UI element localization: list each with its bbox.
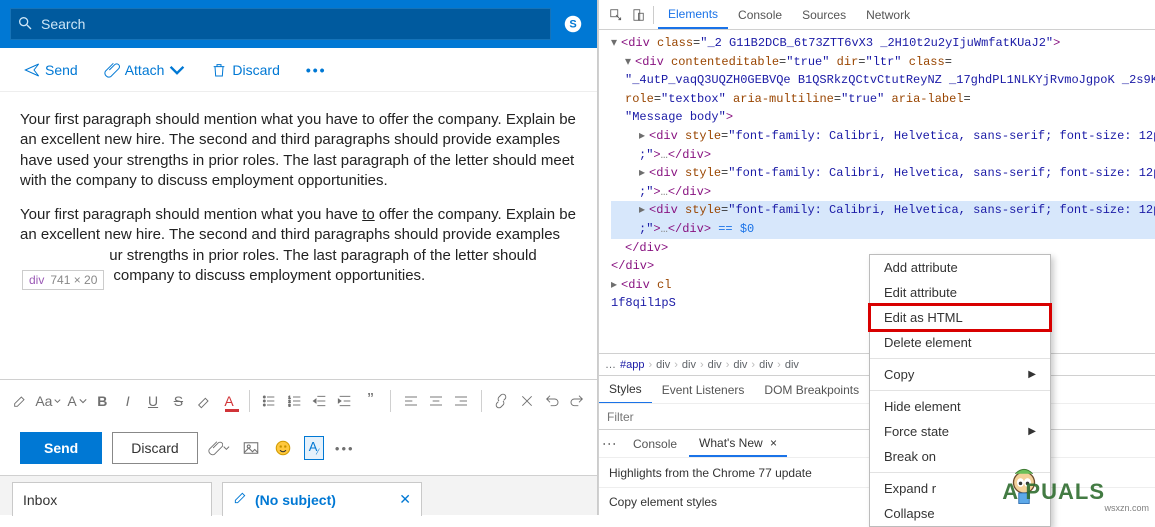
ellipsis-icon: ••• bbox=[306, 62, 327, 78]
more-actions-icon[interactable]: ••• bbox=[334, 437, 356, 459]
event-listeners-tab[interactable]: Event Listeners bbox=[652, 377, 755, 403]
close-tab-icon[interactable]: ✕ bbox=[399, 491, 411, 508]
send-button[interactable]: Send bbox=[20, 58, 82, 82]
ctx-force-state[interactable]: Force state▶ bbox=[870, 419, 1050, 444]
chevron-down-icon bbox=[169, 62, 185, 78]
discard-button[interactable]: Discard bbox=[207, 58, 283, 82]
indent-button[interactable] bbox=[336, 387, 355, 415]
discard-secondary-button[interactable]: Discard bbox=[112, 432, 197, 464]
source-url: wsxzn.com bbox=[1104, 503, 1149, 513]
numbering-button[interactable]: 123 bbox=[285, 387, 304, 415]
attach-icon[interactable] bbox=[208, 437, 230, 459]
ctx-edit-attribute[interactable]: Edit attribute bbox=[870, 280, 1050, 305]
font-family-button[interactable]: Aa bbox=[35, 387, 61, 415]
clear-format-button[interactable] bbox=[517, 387, 536, 415]
action-bar: Send Discard A⁄ ••• bbox=[0, 421, 597, 475]
dom-breakpoints-tab[interactable]: DOM Breakpoints bbox=[754, 377, 869, 403]
inspect-icon[interactable] bbox=[605, 4, 627, 26]
skype-icon[interactable]: S bbox=[559, 10, 587, 38]
send-label: Send bbox=[45, 62, 78, 78]
more-button[interactable]: ••• bbox=[302, 58, 331, 82]
ctx-copy[interactable]: Copy▶ bbox=[870, 362, 1050, 387]
styles-tab[interactable]: Styles bbox=[599, 376, 652, 404]
dimension-tooltip: div 741 × 20 bbox=[22, 270, 104, 290]
tab-no-subject[interactable]: (No subject) ✕ bbox=[222, 482, 422, 516]
svg-text:3: 3 bbox=[288, 402, 291, 407]
compose-body[interactable]: Your first paragraph should mention what… bbox=[0, 92, 597, 379]
outdent-button[interactable] bbox=[310, 387, 329, 415]
undo-button[interactable] bbox=[542, 387, 561, 415]
bold-button[interactable]: B bbox=[93, 387, 112, 415]
paint-format-icon[interactable] bbox=[10, 387, 29, 415]
format-bar: Aa A B I U S A 123 ” bbox=[0, 379, 597, 421]
window-tabs: Inbox (No subject) ✕ bbox=[0, 475, 597, 515]
emoji-icon[interactable] bbox=[272, 437, 294, 459]
tab-network[interactable]: Network bbox=[856, 2, 920, 28]
tab-inbox[interactable]: Inbox bbox=[12, 482, 212, 516]
show-format-toggle[interactable]: A⁄ bbox=[304, 436, 324, 460]
attach-label: Attach bbox=[125, 62, 165, 78]
italic-button[interactable]: I bbox=[118, 387, 137, 415]
compose-icon bbox=[233, 491, 247, 508]
ctx-hide-element[interactable]: Hide element bbox=[870, 394, 1050, 419]
send-primary-button[interactable]: Send bbox=[20, 432, 102, 464]
link-button[interactable] bbox=[492, 387, 511, 415]
compose-toolbar: Send Attach Discard ••• bbox=[0, 48, 597, 92]
paragraph-1: Your first paragraph should mention what… bbox=[20, 110, 583, 191]
align-right-button[interactable] bbox=[452, 387, 471, 415]
attach-button[interactable]: Attach bbox=[100, 58, 190, 82]
tab-elements[interactable]: Elements bbox=[658, 1, 728, 29]
svg-text:S: S bbox=[569, 19, 576, 31]
redo-button[interactable] bbox=[568, 387, 587, 415]
drawer-whatsnew-tab[interactable]: What's New × bbox=[689, 431, 787, 457]
ctx-add-attribute[interactable]: Add attribute bbox=[870, 255, 1050, 280]
paragraph-2: Your first paragraph should mention what… bbox=[20, 205, 583, 286]
align-left-button[interactable] bbox=[401, 387, 420, 415]
font-color-button[interactable]: A bbox=[219, 387, 238, 415]
font-size-button[interactable]: A bbox=[67, 387, 86, 415]
watermark: A PUALS bbox=[1002, 479, 1105, 505]
tab-console[interactable]: Console bbox=[728, 2, 792, 28]
search-icon bbox=[17, 15, 33, 34]
topbar: S bbox=[0, 0, 597, 48]
drawer-console-tab[interactable]: Console bbox=[623, 432, 687, 456]
devtools-tabs: Elements Console Sources Network 2 9 ⋮ ✕ bbox=[599, 0, 1155, 30]
strikethrough-button[interactable]: S bbox=[169, 387, 188, 415]
search-input[interactable] bbox=[33, 16, 544, 32]
search-field[interactable] bbox=[10, 8, 551, 40]
tab-sources[interactable]: Sources bbox=[792, 2, 856, 28]
align-center-button[interactable] bbox=[426, 387, 445, 415]
ctx-delete-element[interactable]: Delete element bbox=[870, 330, 1050, 355]
ctx-edit-as-html[interactable]: Edit as HTML bbox=[870, 305, 1050, 330]
image-icon[interactable] bbox=[240, 437, 262, 459]
highlight-button[interactable] bbox=[194, 387, 213, 415]
close-icon[interactable]: × bbox=[763, 436, 777, 450]
discard-label: Discard bbox=[232, 62, 279, 78]
underline-button[interactable]: U bbox=[143, 387, 162, 415]
device-icon[interactable] bbox=[627, 4, 649, 26]
quote-button[interactable]: ” bbox=[361, 387, 380, 415]
bullets-button[interactable] bbox=[260, 387, 279, 415]
